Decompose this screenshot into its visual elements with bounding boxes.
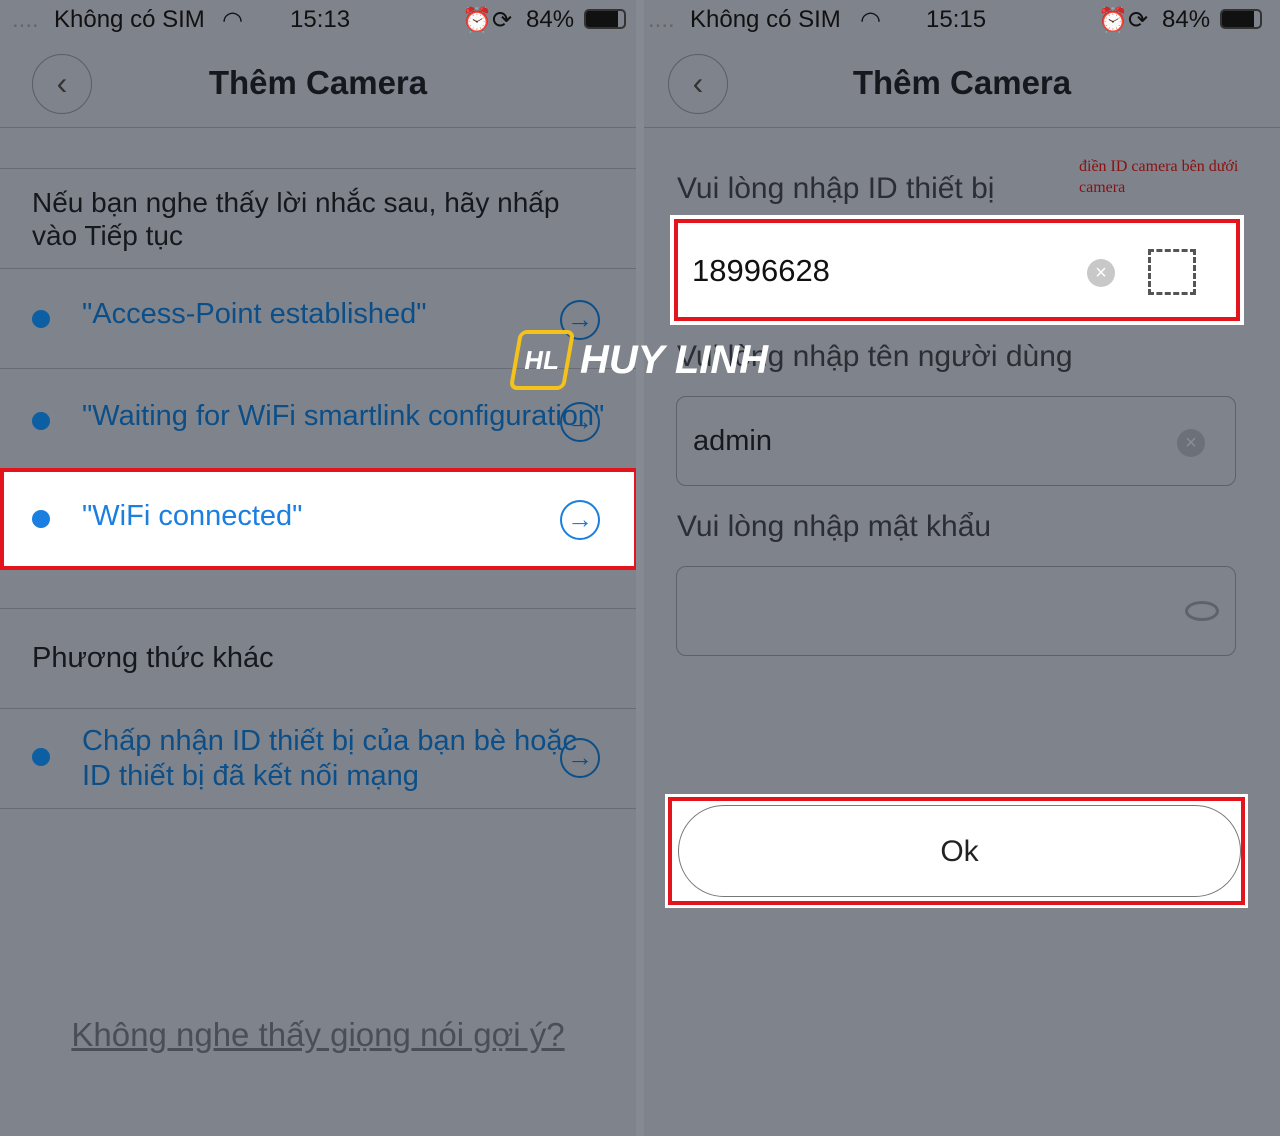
bullet-icon bbox=[32, 748, 50, 766]
logo-icon: HL bbox=[508, 330, 576, 390]
watermark-logo: HL HUY LINH bbox=[508, 330, 769, 390]
alarm-icon: ⏰ bbox=[462, 7, 492, 34]
rotation-lock-icon: ⟳ bbox=[492, 7, 513, 34]
device-id-label: Vui lòng nhập ID thiết bị bbox=[677, 172, 995, 205]
watermark-text: HUY LINH bbox=[580, 337, 769, 382]
status-bar: .... Không có SIM ◠ 15:13 ⏰ ⟳ 84% bbox=[0, 0, 636, 40]
annotation-note: điền ID camera bên dưới camera bbox=[1079, 158, 1239, 196]
friend-id-item[interactable]: Chấp nhận ID thiết bị của bạn bè hoặc ID… bbox=[0, 708, 636, 808]
prompt-label: "Waiting for WiFi smartlink configuratio… bbox=[82, 400, 605, 432]
device-id-value: 18996628 bbox=[692, 253, 830, 288]
page-title: Thêm Camera bbox=[852, 64, 1072, 101]
prompt-label: "Access-Point established" bbox=[82, 298, 427, 330]
password-label: Vui lòng nhập mật khẩu bbox=[677, 510, 992, 543]
help-link[interactable]: Không nghe thấy giọng nói gợi ý? bbox=[0, 1016, 636, 1054]
status-bar: .... Không có SIM ◠ 15:15 ⏰ ⟳ 84% bbox=[644, 0, 1280, 40]
time: 15:13 bbox=[290, 6, 351, 33]
signal-icon: .... bbox=[12, 6, 39, 33]
eye-icon[interactable] bbox=[1185, 601, 1219, 621]
signal-icon: .... bbox=[648, 6, 675, 33]
rotation-lock-icon: ⟳ bbox=[1128, 7, 1149, 34]
clear-icon[interactable]: × bbox=[1087, 259, 1115, 287]
clear-icon[interactable]: × bbox=[1177, 429, 1205, 457]
username-value: admin bbox=[693, 425, 772, 457]
arrow-right-icon[interactable]: → bbox=[560, 402, 600, 442]
ok-button[interactable]: Ok bbox=[678, 805, 1241, 897]
username-field[interactable]: admin × bbox=[676, 396, 1236, 486]
bullet-icon bbox=[32, 510, 50, 528]
arrow-right-icon[interactable]: → bbox=[560, 738, 600, 778]
device-id-field[interactable]: 18996628 × bbox=[670, 215, 1244, 325]
time: 15:15 bbox=[926, 6, 987, 33]
carrier: Không có SIM bbox=[690, 6, 841, 33]
scan-qr-icon[interactable] bbox=[1148, 249, 1196, 295]
wifi-icon: ◠ bbox=[860, 7, 881, 34]
nav-bar: ‹ Thêm Camera bbox=[0, 40, 636, 128]
prompt-item-wifi-connected[interactable]: "WiFi connected" → bbox=[0, 468, 638, 570]
password-field[interactable] bbox=[676, 566, 1236, 656]
instruction-text: Nếu bạn nghe thấy lời nhắc sau, hãy nhấp… bbox=[32, 187, 560, 251]
ok-button-highlight: Ok bbox=[665, 794, 1248, 908]
carrier: Không có SIM bbox=[54, 6, 205, 33]
right-screen: .... Không có SIM ◠ 15:15 ⏰ ⟳ 84% ‹ Thêm… bbox=[644, 0, 1280, 1136]
prompt-label: "WiFi connected" bbox=[82, 500, 303, 532]
nav-bar: ‹ Thêm Camera bbox=[644, 40, 1280, 128]
alarm-icon: ⏰ bbox=[1098, 7, 1128, 34]
bullet-icon bbox=[32, 310, 50, 328]
battery-percent: 84% bbox=[526, 6, 575, 33]
wifi-icon: ◠ bbox=[222, 7, 243, 34]
battery-icon bbox=[1220, 9, 1262, 29]
battery-percent: 84% bbox=[1162, 6, 1211, 33]
battery-icon bbox=[584, 9, 626, 29]
page-title: Thêm Camera bbox=[208, 64, 428, 101]
bullet-icon bbox=[32, 412, 50, 430]
left-screen: .... Không có SIM ◠ 15:13 ⏰ ⟳ 84% ‹ Thêm… bbox=[0, 0, 638, 1136]
item-label: Chấp nhận ID thiết bị của bạn bè hoặc ID… bbox=[82, 725, 577, 792]
arrow-right-icon[interactable]: → bbox=[560, 500, 600, 540]
other-methods-heading: Phương thức khác bbox=[32, 642, 274, 674]
